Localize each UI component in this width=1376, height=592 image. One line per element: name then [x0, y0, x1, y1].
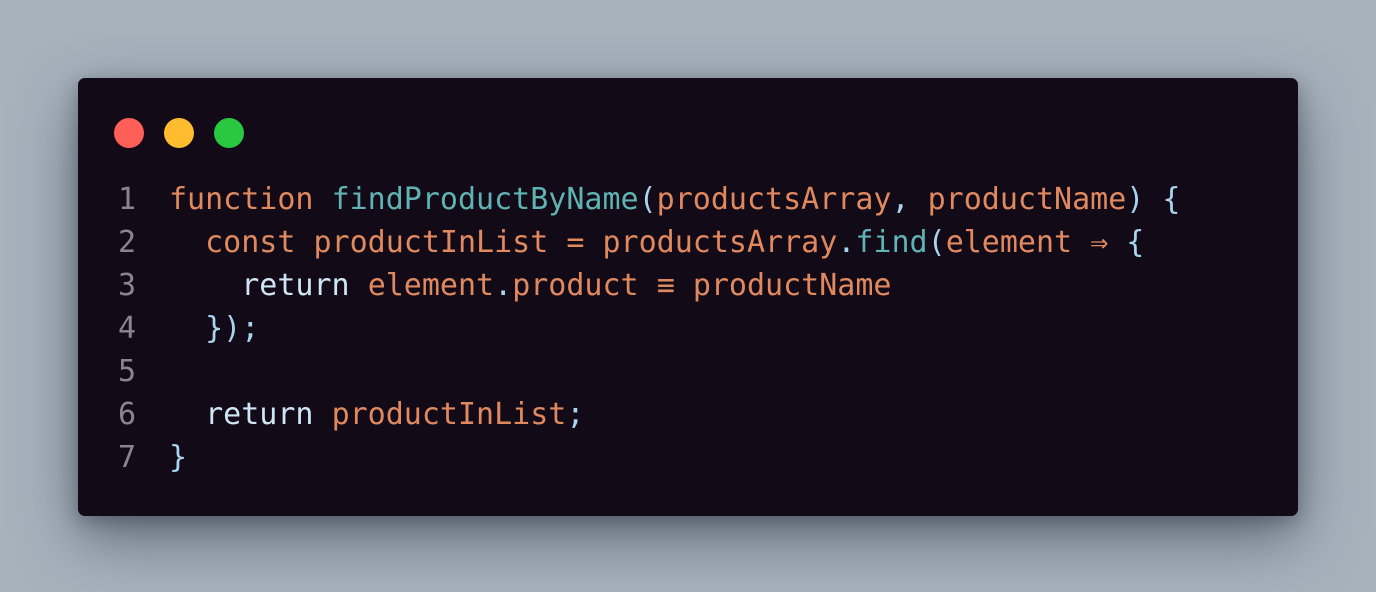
code-token: function [169, 182, 314, 217]
code-token: productName [692, 268, 892, 303]
code-token: element [945, 225, 1073, 260]
code-line: 7} [78, 436, 1298, 479]
code-token: productsArray [656, 182, 892, 217]
code-token: productInList [331, 397, 567, 432]
code-token: const [205, 225, 296, 260]
code-token: ≡ [656, 268, 675, 303]
code-token: ) { [1126, 182, 1181, 217]
code-window: 1 function findProductByName(productsArra… [78, 78, 1298, 516]
code-token: findProductByName [331, 182, 639, 217]
code-token: productsArray [602, 225, 838, 260]
code-token: ( [927, 225, 946, 260]
code-line: 6 return productInList; [78, 393, 1298, 436]
code-token: product [512, 268, 639, 303]
code-token: find [855, 225, 928, 260]
code-token: = [566, 225, 585, 260]
minimize-dot-icon[interactable] [164, 118, 194, 148]
code-line: 4 }); [78, 307, 1298, 350]
code-text: return element.product ≡ productName [169, 264, 892, 307]
code-token: productName [927, 182, 1127, 217]
code-text: } [169, 436, 187, 479]
line-number: 3 [117, 268, 137, 303]
code-text: function findProductByName(productsArray… [169, 178, 1180, 221]
maximize-dot-icon[interactable] [214, 118, 244, 148]
code-token: } [169, 440, 188, 475]
code-token: return [241, 268, 350, 303]
code-text: const productInList = productsArray.find… [169, 221, 1144, 264]
code-token: ⇒ [1090, 225, 1109, 260]
code-line: 3 return element.product ≡ productName [78, 264, 1298, 307]
line-number: 4 [117, 311, 137, 346]
code-token: . [837, 225, 856, 260]
code-token: { [1108, 225, 1145, 260]
code-token: . [494, 268, 513, 303]
line-number: 1 [117, 182, 137, 217]
line-number: 2 [117, 225, 137, 260]
code-token: , [891, 182, 928, 217]
code-token: ; [566, 397, 585, 432]
line-number: 6 [117, 397, 137, 432]
code-token: return [205, 397, 314, 432]
code-token: }); [205, 311, 260, 346]
code-line: 2 const productInList = productsArray.fi… [78, 221, 1298, 264]
code-token: productInList [313, 225, 549, 260]
code-line: 1 function findProductByName(productsArra… [78, 178, 1298, 221]
code-text: }); [169, 307, 259, 350]
code-token: element [367, 268, 495, 303]
line-number: 5 [117, 354, 137, 389]
close-dot-icon[interactable] [114, 118, 144, 148]
code-token: ( [638, 182, 657, 217]
code-block: 1 function findProductByName(productsArra… [78, 178, 1298, 479]
code-text: return productInList; [169, 393, 584, 436]
code-line: 5 [78, 350, 1298, 393]
line-number: 7 [117, 440, 137, 475]
